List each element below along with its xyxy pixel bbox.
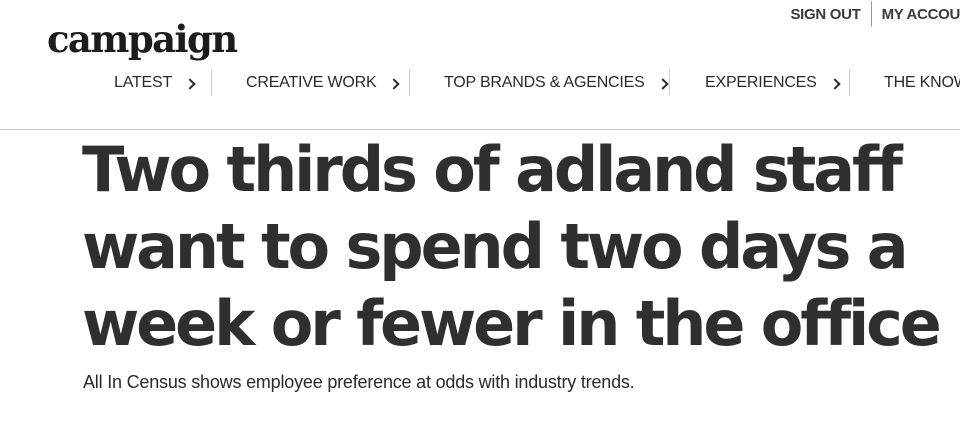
article-standfirst: All In Census shows employee preference …	[83, 372, 635, 392]
chevron-right-icon	[184, 77, 196, 90]
article-headline: Two thirds of adland staff want to spend…	[82, 133, 942, 360]
nav-item-the-know[interactable]: THE KNOW	[884, 66, 960, 100]
nav-divider	[409, 69, 410, 96]
header-divider	[0, 129, 960, 130]
nav-item-label: TOP BRANDS & AGENCIES	[444, 74, 645, 91]
main-nav: LATEST CREATIVE WORK TOP BRANDS & AGENCI…	[0, 66, 960, 100]
nav-divider	[211, 69, 212, 96]
nav-item-label: THE KNOW	[884, 74, 960, 91]
nav-item-creative-work[interactable]: CREATIVE WORK	[246, 66, 401, 100]
chevron-right-icon	[656, 77, 669, 90]
nav-item-label: LATEST	[114, 74, 173, 91]
nav-divider	[849, 69, 850, 96]
account-divider	[870, 1, 872, 27]
nav-divider	[669, 69, 670, 96]
nav-item-latest[interactable]: LATEST	[114, 66, 196, 100]
my-account-link[interactable]: MY ACCOU	[882, 6, 960, 23]
nav-item-experiences[interactable]: EXPERIENCES	[705, 66, 841, 100]
chevron-right-icon	[828, 77, 841, 90]
campaign-logo[interactable]: campaign	[47, 18, 238, 60]
account-links: SIGN OUT MY ACCOU	[790, 0, 960, 28]
chevron-right-icon	[388, 77, 401, 90]
nav-item-label: EXPERIENCES	[705, 74, 817, 91]
nav-item-top-brands-agencies[interactable]: TOP BRANDS & AGENCIES	[444, 66, 669, 100]
nav-item-label: CREATIVE WORK	[246, 74, 377, 91]
sign-out-link[interactable]: SIGN OUT	[790, 6, 860, 23]
